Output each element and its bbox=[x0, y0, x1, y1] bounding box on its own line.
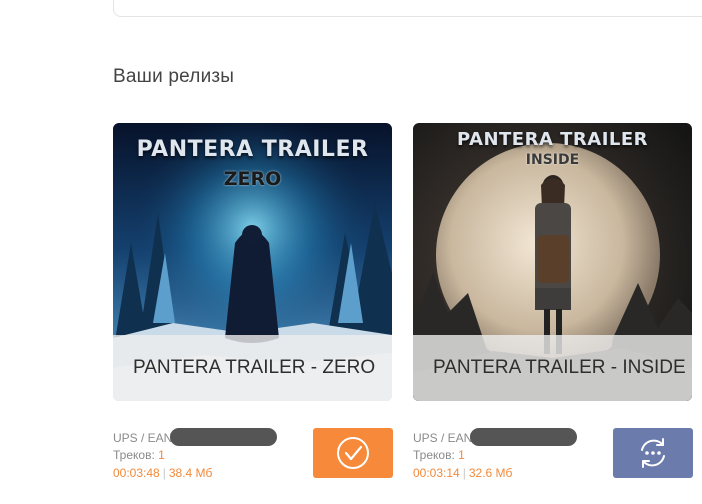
duration: 00:03:14 bbox=[413, 466, 460, 480]
tracks-row: Треков: 1 bbox=[413, 446, 577, 464]
duration: 00:03:48 bbox=[113, 466, 160, 480]
redacted-upc bbox=[170, 428, 278, 446]
tracks-count: 1 bbox=[458, 448, 465, 462]
tracks-label: Треков: bbox=[413, 448, 455, 462]
duration-size-row: 00:03:14 | 32.6 Мб bbox=[413, 466, 513, 480]
file-size: 32.6 Мб bbox=[468, 466, 513, 480]
release-card-cover[interactable]: PANTERA TRAILER ZERO PANTERA TRAILER - Z… bbox=[113, 123, 392, 401]
tracks-count: 1 bbox=[158, 448, 165, 462]
sync-dots-icon bbox=[641, 438, 665, 468]
redacted-upc bbox=[470, 428, 578, 446]
top-panel-card bbox=[113, 0, 702, 17]
release-meta: UPS / EAN Треков: 1 00:03:48 | 38.4 Мб bbox=[113, 428, 278, 482]
release-title[interactable]: PANTERA TRAILER - INSIDE bbox=[433, 357, 686, 379]
upc-row: UPS / EAN bbox=[113, 428, 278, 446]
upc-label: UPS / EAN bbox=[413, 431, 473, 445]
section-title: Ваши релизы bbox=[113, 66, 235, 87]
tracks-row: Треков: 1 bbox=[113, 446, 277, 464]
check-circle-icon bbox=[337, 437, 369, 469]
release-status-done-button[interactable] bbox=[313, 428, 393, 478]
release-title-band: PANTERA TRAILER - ZERO bbox=[113, 335, 392, 401]
duration-size-row: 00:03:48 | 38.4 Мб bbox=[113, 466, 213, 480]
cover-brand-text: PANTERA TRAILER bbox=[136, 137, 369, 162]
release-title-band: PANTERA TRAILER - INSIDE bbox=[413, 335, 692, 401]
cover-brand-text: PANTERA TRAILER bbox=[456, 129, 649, 150]
cover-subtitle-text: ZERO bbox=[223, 168, 282, 190]
tracks-label: Треков: bbox=[113, 448, 155, 462]
cover-subtitle-text: INSIDE bbox=[525, 152, 580, 168]
upc-label: UPS / EAN bbox=[113, 431, 173, 445]
file-size: 38.4 Мб bbox=[168, 466, 213, 480]
release-title[interactable]: PANTERA TRAILER - ZERO bbox=[133, 357, 375, 379]
upc-row: UPS / EAN bbox=[413, 428, 578, 446]
release-status-processing-button[interactable] bbox=[613, 428, 693, 478]
release-card-cover[interactable]: PANTERA TRAILER INSIDE PANTERA TRAILER -… bbox=[413, 123, 692, 401]
release-meta: UPS / EAN Треков: 1 00:03:14 | 32.6 Мб bbox=[413, 428, 578, 482]
